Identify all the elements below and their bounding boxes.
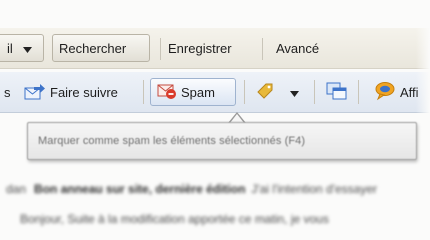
chevron-down-icon (22, 41, 32, 56)
forward-icon (24, 82, 46, 103)
display-button[interactable]: Affi (374, 78, 419, 106)
tag-icon (254, 82, 274, 103)
balloon-icon (374, 81, 396, 104)
divider (314, 80, 315, 104)
message-snippet: J'ai l'intention d'essayer (251, 182, 378, 196)
tag-dropdown[interactable] (290, 78, 299, 106)
spam-tooltip: Marquer comme spam les éléments sélectio… (27, 122, 417, 160)
message-subject: Bon anneau sur site, dernière édition (34, 182, 246, 196)
toolbar-button-partial[interactable]: s (4, 78, 11, 106)
toolbar-edge-label: s (4, 84, 11, 100)
forward-label: Faire suivre (50, 84, 118, 100)
search-button-label: Rechercher (59, 40, 127, 56)
save-search-link[interactable]: Enregistrer (168, 34, 232, 62)
tag-button[interactable] (254, 78, 274, 106)
spam-label: Spam (181, 84, 215, 100)
divider (358, 80, 359, 104)
message-snippet: Bonjour, Suite à la modification apporté… (20, 212, 329, 226)
list-item[interactable]: Bonjour, Suite à la modification apporté… (0, 206, 430, 232)
mail-toolbar: s Faire suivre Spam Affi (0, 72, 430, 113)
mail-dropdown[interactable]: il (0, 34, 44, 62)
divider (160, 38, 161, 60)
spam-button[interactable]: Spam (150, 78, 236, 106)
new-window-icon (326, 81, 348, 104)
list-item[interactable]: dan Bon anneau sur site, dernière éditio… (0, 176, 430, 202)
spam-icon (157, 82, 177, 103)
advanced-search-link[interactable]: Avancé (276, 34, 319, 62)
save-search-label: Enregistrer (168, 40, 232, 56)
divider (244, 80, 245, 104)
right-fade (416, 0, 430, 240)
search-button[interactable]: Rechercher (52, 34, 150, 62)
advanced-search-label: Avancé (276, 40, 320, 56)
new-window-button[interactable] (326, 78, 348, 106)
divider (262, 38, 263, 60)
chevron-down-icon (290, 85, 299, 100)
divider (143, 80, 144, 104)
search-bar: il Rechercher Enregistrer Avancé (0, 28, 430, 69)
message-sender: dan (6, 182, 27, 196)
spam-tooltip-text: Marquer comme spam les éléments sélectio… (38, 135, 306, 147)
mail-dropdown-label: il (7, 40, 13, 56)
forward-button[interactable]: Faire suivre (24, 78, 118, 106)
